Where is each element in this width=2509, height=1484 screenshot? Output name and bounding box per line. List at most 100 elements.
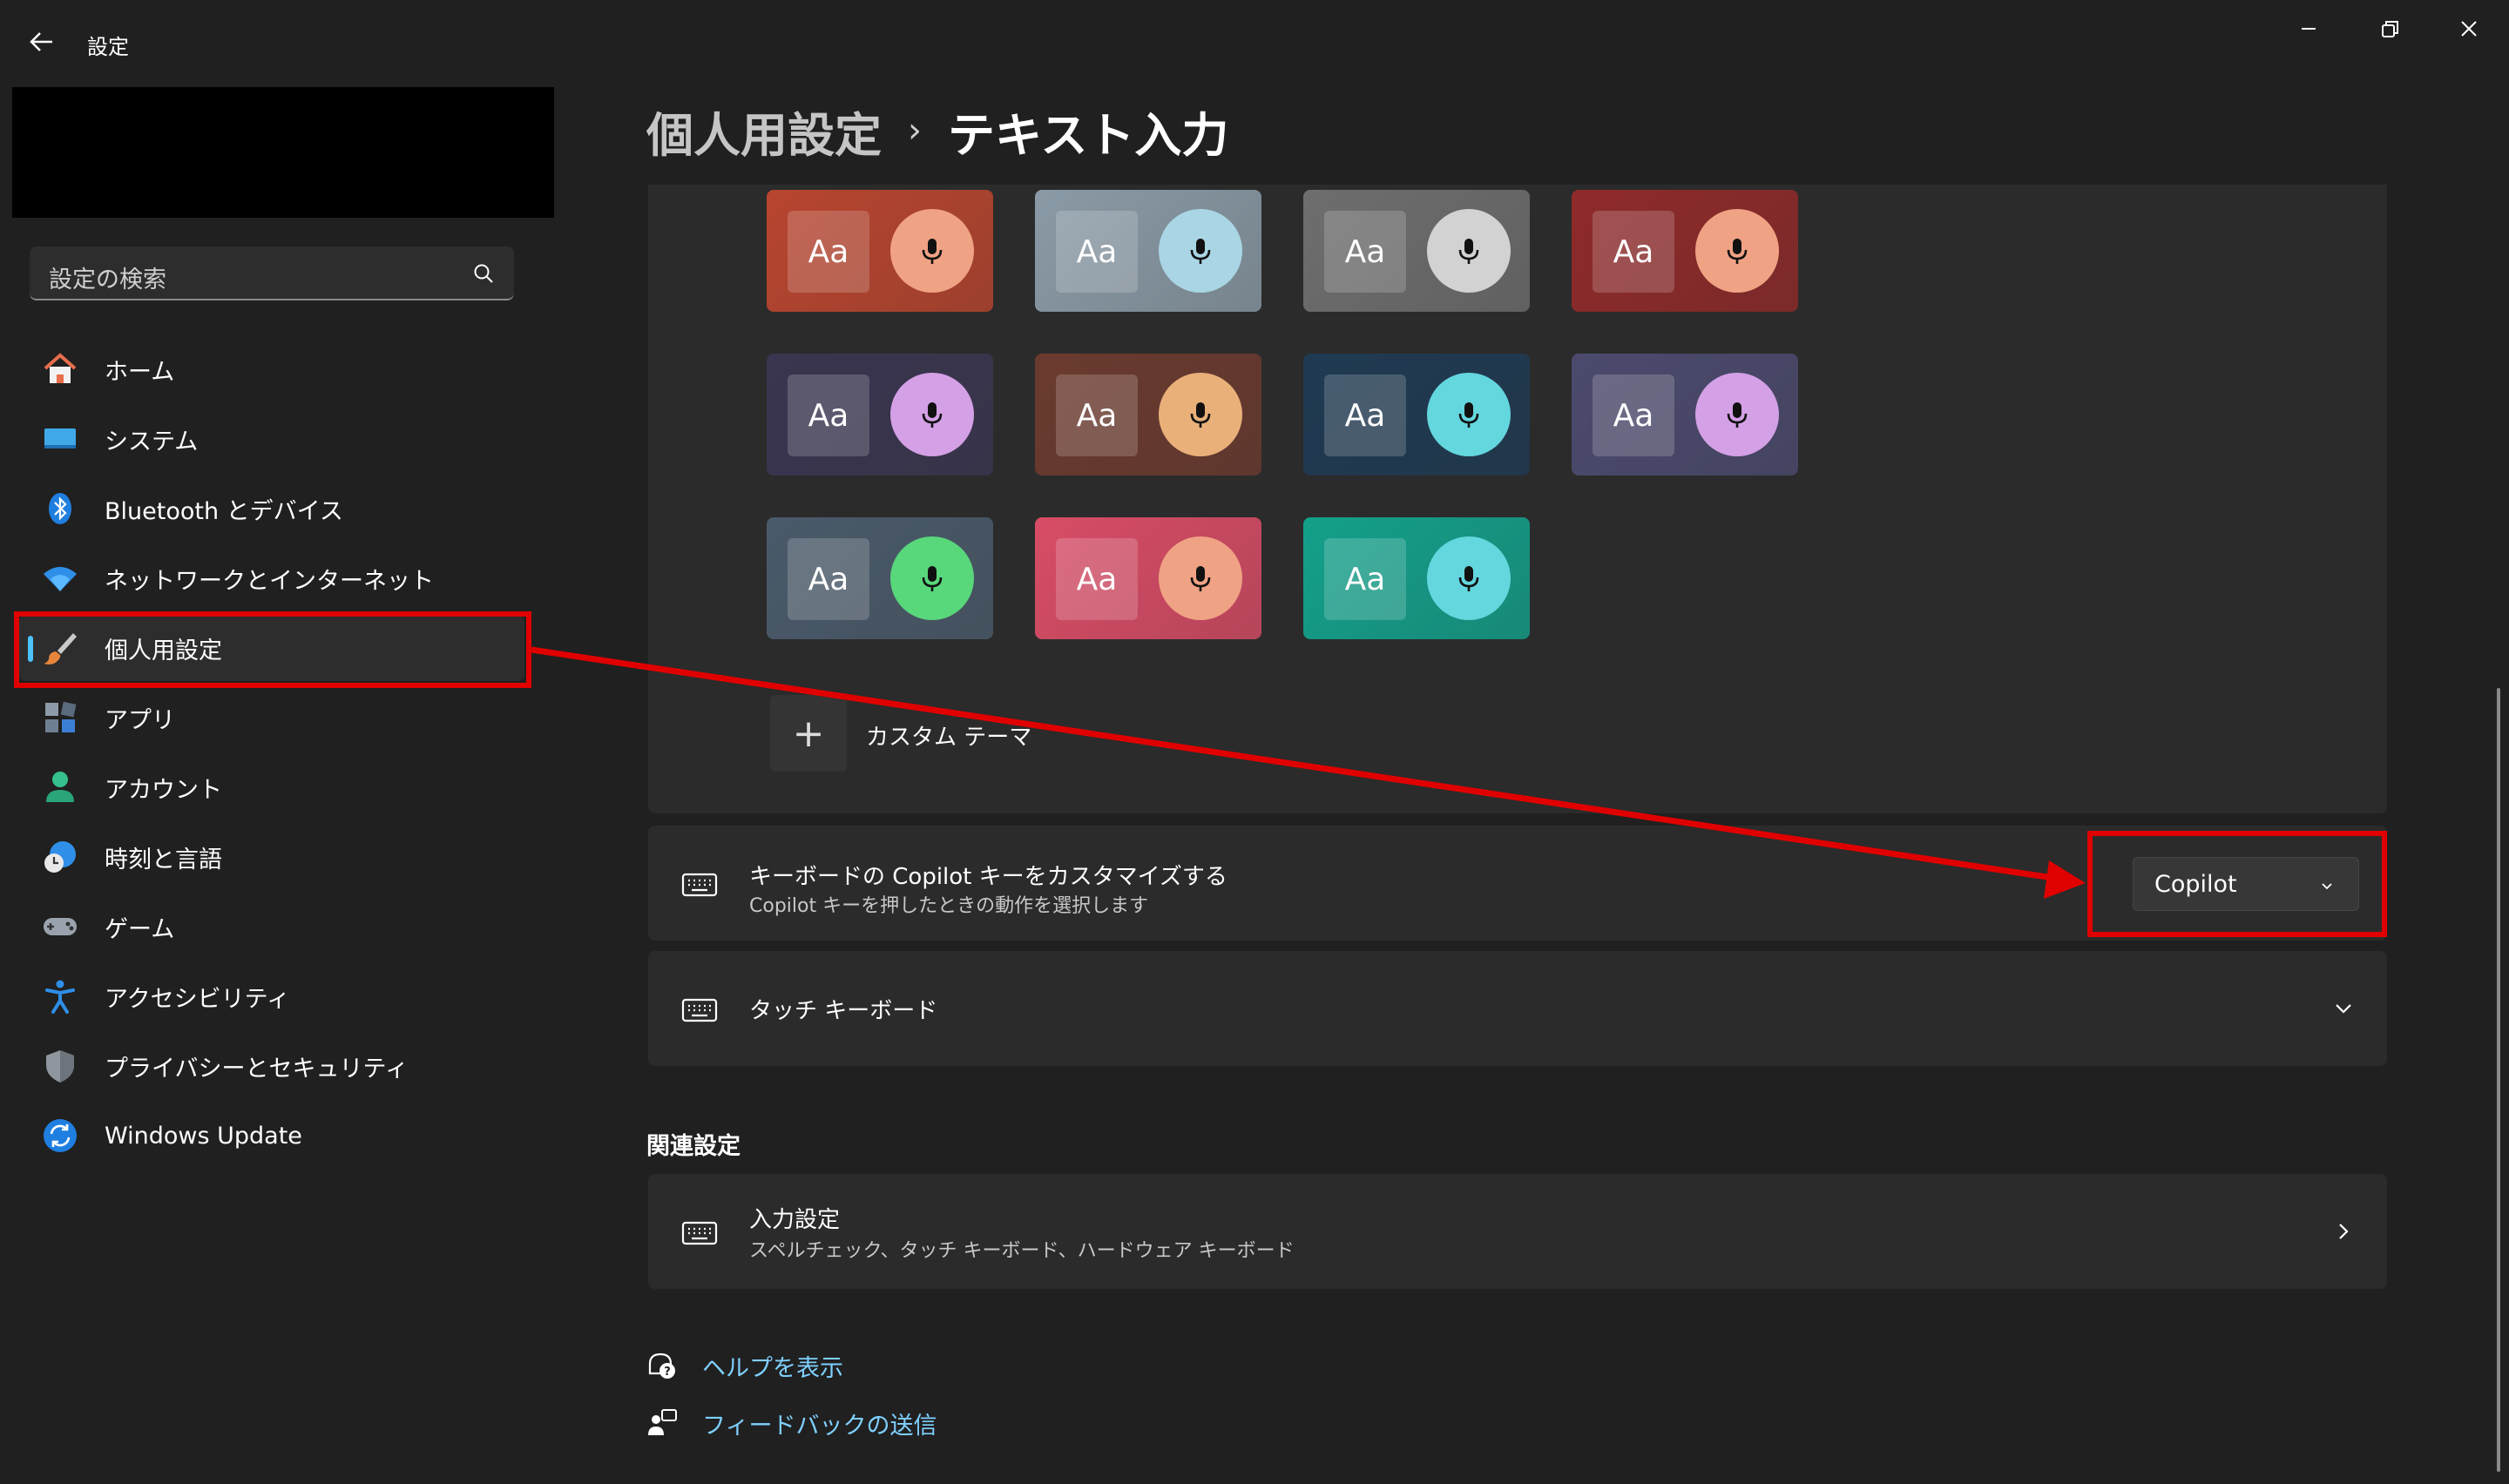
sidebar-item-home[interactable]: ホーム [19,336,524,402]
search-placeholder: 設定の検索 [49,266,166,293]
theme-tile[interactable]: Aa [1303,517,1530,639]
tile-text-sample: Aa [1593,374,1674,456]
tile-text-sample: Aa [1324,538,1406,620]
tile-text-sample: Aa [1593,211,1674,293]
accessibility-icon [42,978,78,1015]
input-settings-title: 入力設定 [749,1207,841,1233]
sidebar-item-label: ネットワークとインターネット [105,567,434,595]
sidebar-item-label: システム [105,428,199,455]
microphone-icon [1159,536,1242,620]
theme-tile[interactable]: Aa [1035,354,1261,476]
close-icon [2461,21,2477,37]
gamepad-icon [42,908,78,945]
copilot-card-title: キーボードの Copilot キーをカスタマイズする [749,864,1227,890]
back-arrow-icon [30,32,52,51]
keyboard-icon [681,998,718,1022]
sidebar-item-system[interactable]: システム [19,406,524,472]
tile-text-sample: Aa [1056,374,1138,456]
theme-tile[interactable]: Aa [767,354,993,476]
back-button[interactable] [23,23,61,61]
sidebar-item-windows-update[interactable]: Windows Update [19,1103,524,1169]
search-icon [474,264,493,283]
close-button[interactable] [2429,9,2509,49]
sidebar-item-label: プライバシーとセキュリティ [105,1055,409,1083]
sidebar-item-label: ホーム [105,358,175,386]
custom-theme-label: カスタム テーマ [866,725,1032,751]
sidebar-item-label: アクセシビリティ [105,985,291,1013]
page-title: テキスト入力 [948,107,1229,163]
sidebar-item-accounts[interactable]: アカウント [19,754,524,820]
annotation-highlight-personalization [14,611,531,688]
update-icon [42,1117,78,1154]
theme-tile[interactable]: Aa [767,517,993,639]
sidebar-nav: ホーム システム Bluetooth とデバイス ネットワークとインターネット … [19,336,524,1172]
theme-tile[interactable]: Aa [1035,517,1261,639]
help-link[interactable]: ? ヘルプを表示 [646,1346,843,1385]
breadcrumb-separator: › [908,111,922,151]
help-icon: ? [648,1352,675,1379]
tile-text-sample: Aa [788,211,869,293]
settings-window: 設定 設定の検索 ホーム システム Bluetooth とデバイス ネットワーク… [0,0,2509,1484]
sidebar-item-apps[interactable]: アプリ [19,685,524,751]
restore-button[interactable] [2349,9,2429,49]
app-title: 設定 [87,35,129,59]
theme-tile[interactable]: Aa [1035,190,1261,312]
microphone-icon [890,373,974,456]
tile-text-sample: Aa [1324,374,1406,456]
theme-tile[interactable]: Aa [1303,190,1530,312]
time-language-icon [42,839,78,875]
feedback-link[interactable]: フィードバックの送信 [646,1404,937,1442]
tile-text-sample: Aa [1056,211,1138,293]
feedback-icon [648,1409,677,1435]
tile-text-sample: Aa [788,538,869,620]
keyboard-icon [681,1221,718,1245]
microphone-icon [890,536,974,620]
tile-text-sample: Aa [788,374,869,456]
sidebar-item-time-language[interactable]: 時刻と言語 [19,824,524,890]
feedback-link-text: フィードバックの送信 [702,1412,937,1440]
input-settings-subtitle: スペルチェック、タッチ キーボード、ハードウェア キーボード [749,1240,1295,1262]
touch-keyboard-card[interactable]: タッチ キーボード [648,951,2387,1066]
sidebar-item-privacy[interactable]: プライバシーとセキュリティ [19,1033,524,1099]
microphone-icon [1427,373,1511,456]
theme-tile[interactable]: Aa [767,190,993,312]
copilot-card-subtitle: Copilot キーを押したときの動作を選択します [749,895,1149,917]
keyboard-icon [681,873,718,897]
chevron-down-icon [2336,1004,2351,1014]
theme-tile[interactable]: Aa [1303,354,1530,476]
redacted-profile [12,87,554,218]
theme-tile[interactable]: Aa [1572,354,1798,476]
add-custom-theme-button[interactable]: + [770,695,847,772]
account-icon [42,769,78,806]
minimize-button[interactable] [2269,9,2349,49]
sidebar-item-bluetooth[interactable]: Bluetooth とデバイス [19,476,524,542]
theme-tile[interactable]: Aa [1572,190,1798,312]
minimize-icon [2302,28,2316,30]
annotation-highlight-dropdown [2087,831,2387,937]
sidebar-item-label: ゲーム [105,915,175,943]
microphone-icon [1695,209,1779,293]
breadcrumb-parent[interactable]: 個人用設定 [646,97,882,165]
sidebar-item-label: アカウント [105,776,222,804]
bluetooth-icon [42,490,78,527]
tile-text-sample: Aa [1056,538,1138,620]
svg-text:?: ? [664,1366,671,1379]
search-input[interactable]: 設定の検索 [30,246,514,300]
scrollbar[interactable] [2497,688,2500,1472]
microphone-icon [1427,536,1511,620]
sidebar-item-label: 時刻と言語 [105,846,222,874]
microphone-icon [1159,209,1242,293]
title-bar: 設定 [0,0,2509,84]
breadcrumb: 個人用設定 › テキスト入力 [646,96,1228,165]
sidebar-item-accessibility[interactable]: アクセシビリティ [19,963,524,1029]
help-link-text: ヘルプを表示 [702,1354,843,1382]
sidebar-item-label: Bluetooth とデバイス [105,497,343,525]
microphone-icon [890,209,974,293]
sidebar-item-label: Windows Update [105,1122,302,1150]
wifi-icon [42,560,78,597]
input-settings-card[interactable]: 入力設定 スペルチェック、タッチ キーボード、ハードウェア キーボード [648,1174,2387,1289]
microphone-icon [1427,209,1511,293]
sidebar-item-network[interactable]: ネットワークとインターネット [19,545,524,611]
sidebar-item-gaming[interactable]: ゲーム [19,894,524,960]
related-settings-title: 関連設定 [646,1133,741,1160]
